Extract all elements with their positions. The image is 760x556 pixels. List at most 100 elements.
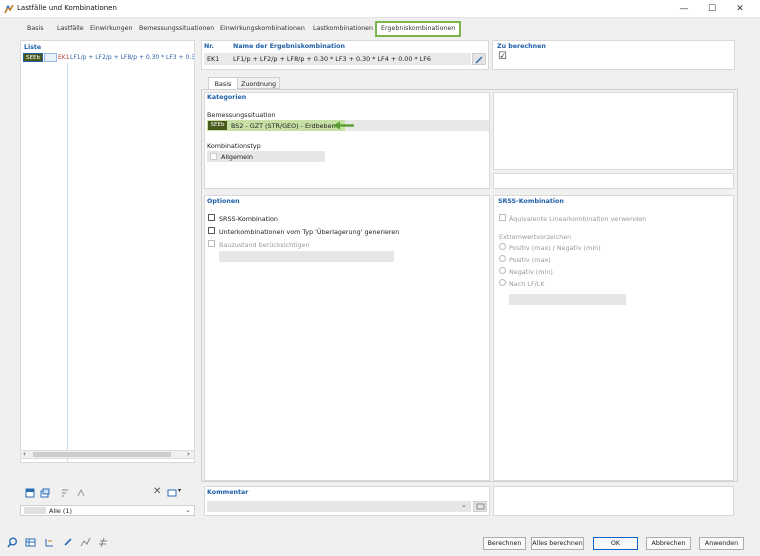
- tab-lastkombinationen[interactable]: Lastkombinationen: [313, 22, 373, 35]
- name-label: Name der Ergebniskombination: [233, 43, 345, 50]
- scroll-thumb[interactable]: [33, 452, 171, 457]
- radio-by-case[interactable]: [499, 279, 506, 286]
- new-item-icon[interactable]: [25, 488, 35, 498]
- subcombination-label: Unterkombinationen vom Typ 'Überlagerung…: [219, 228, 400, 236]
- list-item-code: EK1: [58, 54, 70, 61]
- formula-icon[interactable]: [98, 537, 109, 548]
- pointer-arrow-icon: [333, 121, 354, 130]
- nr-label: Nr.: [204, 43, 214, 50]
- sort-icon[interactable]: [60, 488, 70, 498]
- link-icon[interactable]: [63, 537, 74, 548]
- srss-header: SRSS-Kombination: [498, 198, 564, 205]
- right-empty-strip: [493, 173, 734, 189]
- calc-panel: Zu berechnen ☑: [492, 40, 735, 70]
- design-situation-badge: SEEb: [208, 121, 227, 130]
- abbrechen-button[interactable]: Abbrechen: [646, 537, 691, 550]
- tab-basis[interactable]: Basis: [27, 22, 44, 35]
- tree-line: [67, 63, 68, 463]
- berechnen-button[interactable]: Berechnen: [483, 537, 526, 550]
- tab-ergebniskombinationen[interactable]: Ergebniskombinationen: [375, 21, 462, 37]
- nr-value: EK1: [207, 55, 220, 63]
- units-icon[interactable]: [44, 537, 55, 548]
- comment-input[interactable]: ⌄: [207, 501, 471, 512]
- tab-bemessungssituationen[interactable]: Bemessungssituationen: [139, 22, 214, 35]
- close-button[interactable]: ✕: [730, 2, 750, 16]
- scroll-right-icon[interactable]: ›: [187, 450, 190, 458]
- kategorien-panel: Kategorien Bemessungssituation SEEb BS2 …: [204, 92, 490, 189]
- radio-pos-neg[interactable]: [499, 243, 506, 250]
- extreme-sign-label: Extremwertvorzeichen: [499, 233, 572, 241]
- subtab-zuordnung[interactable]: Zuordnung: [238, 77, 280, 89]
- subcombination-checkbox[interactable]: [208, 227, 215, 234]
- radio-neg[interactable]: [499, 267, 506, 274]
- maximize-button[interactable]: ☐: [702, 2, 722, 16]
- srss-panel: SRSS-Kombination Äquivalente Linearkombi…: [493, 195, 734, 481]
- tab-einwirkungskombinationen[interactable]: Einwirkungskombinationen: [220, 22, 305, 35]
- list-item[interactable]: SEEb EK1 LF1/p + LF2/p + LF8/p + 0.30 * …: [22, 53, 194, 62]
- table-icon[interactable]: [25, 537, 36, 548]
- combo-type-label: Kombinationstyp: [207, 142, 261, 150]
- radio-pos[interactable]: [499, 255, 506, 262]
- title-bar: Lastfälle und Kombinationen — ☐ ✕: [0, 0, 760, 18]
- kommentar-header: Kommentar: [207, 489, 249, 496]
- edit-name-button[interactable]: [472, 53, 486, 65]
- combo-type-value: Allgemein: [221, 153, 253, 161]
- filter-swatch: [24, 507, 46, 514]
- name-field[interactable]: LF1/p + LF2/p + LF8/p + 0.30 * LF3 + 0.3…: [231, 53, 471, 65]
- radio-by-case-label: Nach LF/LK: [509, 280, 545, 288]
- optionen-header: Optionen: [207, 198, 240, 205]
- chevron-down-icon: ⌄: [185, 506, 191, 514]
- optionen-panel: Optionen SRSS-Kombination Unterkombinati…: [204, 195, 490, 481]
- search-icon[interactable]: [7, 537, 18, 548]
- alles-berechnen-button[interactable]: Alles berechnen: [531, 537, 584, 550]
- view-dropdown-icon[interactable]: ▾: [178, 487, 181, 494]
- app-icon: [4, 4, 14, 14]
- construction-stage-checkbox[interactable]: [208, 240, 215, 247]
- pencil-icon: [475, 56, 483, 64]
- kommentar-panel: Kommentar ⌄: [204, 486, 490, 516]
- ok-button[interactable]: OK: [593, 537, 638, 550]
- design-situation-label: Bemessungssituation: [207, 111, 276, 119]
- construction-stage-label: Bauzustand berücksichtigen: [219, 241, 310, 249]
- scroll-left-icon[interactable]: ‹: [23, 450, 26, 458]
- design-situation-value: BS2 - GZT (STR/GEO) - Erdbeben: [231, 122, 336, 130]
- list-toolbar: ✕ ▾: [20, 486, 195, 500]
- list-panel: Liste SEEb EK1 LF1/p + LF2/p + LF8/p + 0…: [20, 40, 195, 463]
- srss-label: SRSS-Kombination: [219, 215, 278, 223]
- nr-field[interactable]: EK1: [204, 53, 231, 65]
- list-item-swatch: [44, 53, 57, 62]
- design-situation-select[interactable]: SEEb BS2 - GZT (STR/GEO) - Erdbeben: [207, 120, 489, 131]
- radio-pos-neg-label: Positiv (max) / Negativ (min): [509, 244, 601, 252]
- by-case-select[interactable]: [509, 294, 626, 305]
- radio-neg-label: Negativ (min): [509, 268, 553, 276]
- graph-icon[interactable]: [80, 537, 91, 548]
- equivalent-linear-label: Äquivalente Linearkombination verwenden: [509, 215, 647, 223]
- kategorien-header: Kategorien: [207, 94, 247, 101]
- calc-checkbox[interactable]: ☑: [498, 52, 507, 62]
- right-empty-panel: [493, 92, 734, 170]
- comment-icon: [476, 503, 485, 510]
- combo-type-select[interactable]: Allgemein: [207, 151, 325, 162]
- horizontal-scrollbar[interactable]: ‹ ›: [20, 450, 195, 459]
- filter-select[interactable]: Alle (1) ⌄: [20, 505, 195, 516]
- minimize-button[interactable]: —: [674, 2, 694, 16]
- comment-edit-button[interactable]: [473, 501, 487, 512]
- filter-value: Alle (1): [49, 507, 72, 515]
- combination-header: Nr. EK1 Name der Ergebniskombination LF1…: [201, 40, 489, 70]
- construction-stage-select[interactable]: [219, 251, 394, 262]
- bottom-bar: Berechnen Alles berechnen OK Abbrechen A…: [0, 530, 760, 556]
- list-header: Liste: [24, 44, 42, 51]
- tab-einwirkungen[interactable]: Einwirkungen: [90, 22, 133, 35]
- renumber-icon[interactable]: [76, 488, 86, 498]
- anwenden-button[interactable]: Anwenden: [699, 537, 744, 550]
- copy-item-icon[interactable]: [40, 488, 50, 498]
- view-options-icon[interactable]: [167, 488, 177, 498]
- list-item-text: LF1/p + LF2/p + LF8/p + 0.30 * LF3 + 0.3…: [70, 54, 194, 61]
- delete-icon[interactable]: ✕: [153, 486, 161, 497]
- srss-checkbox[interactable]: [208, 214, 215, 221]
- window-title: Lastfälle und Kombinationen: [17, 4, 117, 12]
- radio-pos-label: Positiv (max): [509, 256, 551, 264]
- tab-lastfaelle[interactable]: Lastfälle: [57, 22, 84, 35]
- main-tabs: Basis Lastfälle Einwirkungen Bemessungss…: [0, 21, 760, 37]
- equivalent-linear-checkbox[interactable]: [499, 214, 506, 221]
